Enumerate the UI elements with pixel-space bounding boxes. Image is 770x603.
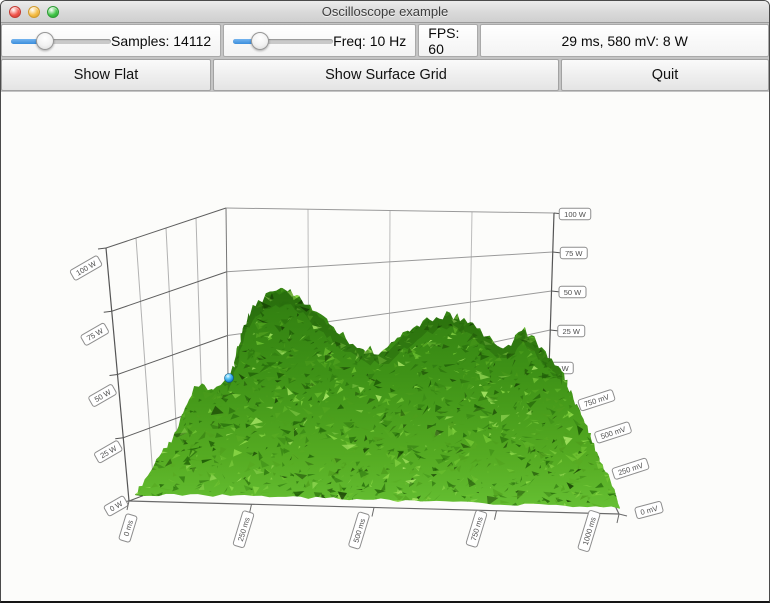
samples-section: Samples: 14112 — [1, 24, 221, 57]
app-window: Oscilloscope example Samples: 14112 Freq… — [0, 0, 770, 603]
samples-label: Samples: 14112 — [111, 33, 211, 49]
quit-button[interactable]: Quit — [561, 59, 769, 91]
control-toolbar: Samples: 14112 Freq: 10 Hz FPS: 60 29 ms… — [1, 23, 769, 58]
tracer-ball — [225, 374, 234, 383]
freq-label: Freq: 10 Hz — [333, 33, 406, 49]
surface-plot[interactable]: 250 mV500 mV750 mV0 W100 W75 W50 W25 W0 … — [1, 92, 769, 601]
freq-section: Freq: 10 Hz — [223, 24, 416, 57]
freq-slider-thumb[interactable] — [251, 32, 269, 50]
title-bar[interactable]: Oscilloscope example — [1, 1, 769, 23]
tracer-readout: 29 ms, 580 mV: 8 W — [561, 33, 687, 49]
readout-section: 29 ms, 580 mV: 8 W — [480, 24, 769, 57]
button-toolbar: Show Flat Show Surface Grid Quit — [1, 58, 769, 92]
fps-label: FPS: 60 — [428, 25, 468, 57]
show-flat-button[interactable]: Show Flat — [1, 59, 211, 91]
surface-plot-canvas[interactable]: 250 mV500 mV750 mV0 W100 W75 W50 W25 W0 … — [1, 92, 770, 601]
window-title: Oscilloscope example — [1, 4, 769, 19]
freq-slider[interactable] — [233, 31, 333, 51]
samples-slider-thumb[interactable] — [36, 32, 54, 50]
svg-text:25 W: 25 W — [562, 327, 580, 336]
fps-section: FPS: 60 — [418, 24, 478, 57]
svg-text:75 W: 75 W — [565, 249, 583, 258]
svg-text:50 W: 50 W — [564, 288, 582, 297]
samples-slider[interactable] — [11, 31, 111, 51]
svg-text:100 W: 100 W — [564, 210, 587, 219]
show-surface-grid-button[interactable]: Show Surface Grid — [213, 59, 559, 91]
